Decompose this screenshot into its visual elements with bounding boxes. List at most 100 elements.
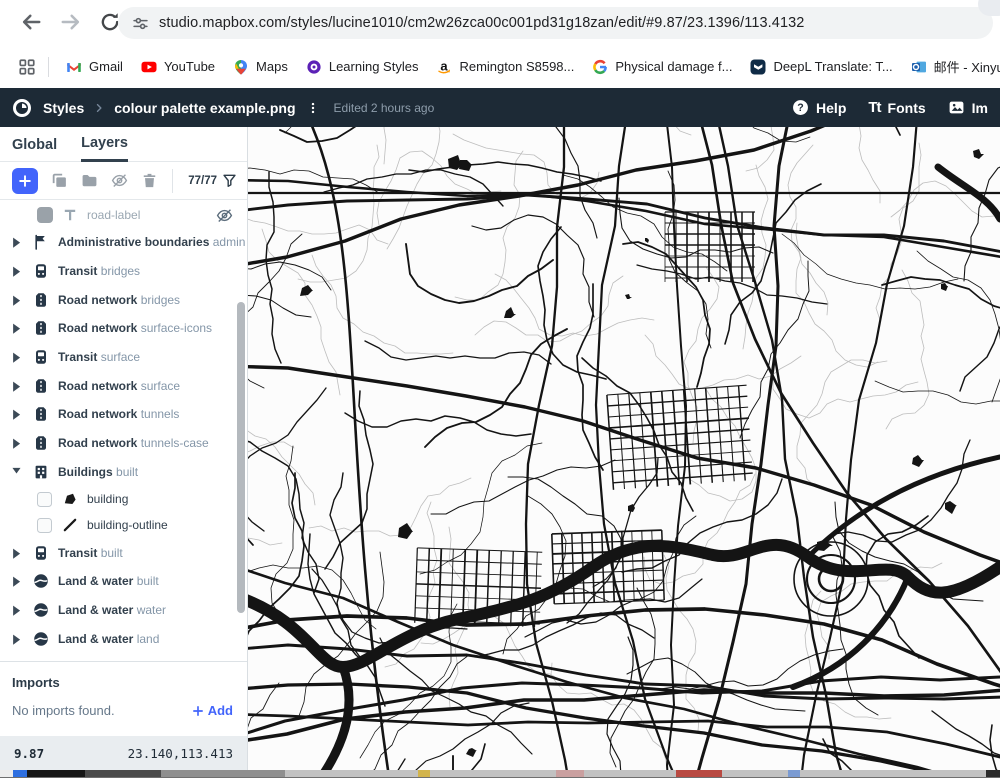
delete-layer-icon[interactable] (141, 172, 158, 189)
layer-group-variant: surface-icons (141, 321, 212, 335)
filter-funnel-icon[interactable] (222, 173, 237, 188)
layer-group-name: Transit (58, 546, 97, 560)
caret-right-icon[interactable] (12, 409, 21, 419)
imports-empty-text: No imports found. (12, 703, 115, 718)
duplicate-layer-icon[interactable] (51, 172, 68, 189)
road-group-icon (33, 292, 49, 308)
layer-row-road-network-tunnels-case[interactable]: Road network tunnels-case (0, 429, 247, 458)
layer-group-name: Road network (58, 379, 137, 393)
tab-layers[interactable]: Layers (81, 135, 128, 162)
studio-header: Styles colour palette example.png Edited… (0, 88, 1000, 127)
bookmark-youtube[interactable]: YouTube (141, 59, 215, 75)
style-name[interactable]: colour palette example.png (114, 100, 295, 116)
address-bar[interactable]: studio.mapbox.com/styles/lucine1010/cm2w… (118, 7, 993, 39)
layer-row-transit-surface[interactable]: Transit surface (0, 343, 247, 372)
google-favicon-icon (592, 59, 608, 75)
deepl-favicon-icon (750, 59, 766, 75)
layer-row-road-network-surface[interactable]: Road network surface (0, 371, 247, 400)
tab-global[interactable]: Global (12, 137, 57, 161)
caret-right-icon[interactable] (12, 266, 21, 276)
style-menu-icon[interactable] (306, 100, 320, 116)
layer-row-administrative-boundaries-admin[interactable]: Administrative boundaries admin (0, 228, 247, 257)
zoom-level: 9.87 (14, 746, 44, 761)
caret-right-icon[interactable] (12, 634, 21, 644)
bookmark-xinyu[interactable]: 邮件 - Xinyu (911, 57, 1000, 76)
bookmark-physical-damage-f[interactable]: Physical damage f... (592, 59, 732, 75)
layer-row-land-water-built[interactable]: Land & water built (0, 567, 247, 596)
layer-row-road-label[interactable]: road-label (0, 202, 247, 228)
mapbox-logo-icon[interactable] (12, 98, 32, 118)
layer-checkbox[interactable] (37, 492, 52, 507)
transit-group-icon (33, 349, 49, 365)
caret-right-icon[interactable] (12, 381, 21, 391)
browser-forward-icon[interactable] (60, 11, 82, 33)
caret-right-icon[interactable] (12, 576, 21, 586)
caret-right-icon[interactable] (12, 605, 21, 615)
breadcrumb-styles[interactable]: Styles (43, 100, 84, 116)
bookmark-label: Physical damage f... (615, 59, 732, 74)
layer-row-road-network-bridges[interactable]: Road network bridges (0, 285, 247, 314)
layer-group-variant: land (137, 632, 160, 646)
caret-right-icon[interactable] (12, 548, 21, 558)
caret-right-icon[interactable] (12, 323, 21, 333)
layer-row-building-outline[interactable]: building-outline (0, 512, 247, 538)
layer-group-name: Road network (58, 321, 137, 335)
layer-checkbox[interactable] (37, 518, 52, 533)
site-settings-icon[interactable] (132, 15, 149, 32)
help-label: Help (816, 100, 846, 116)
url-text[interactable]: studio.mapbox.com/styles/lucine1010/cm2w… (159, 15, 804, 31)
layer-label: building (87, 492, 128, 506)
layer-filter-count[interactable]: 77/77 (188, 175, 217, 187)
browser-back-icon[interactable] (20, 11, 42, 33)
toggle-visibility-icon[interactable] (111, 172, 128, 189)
layer-group-variant: tunnels (141, 407, 180, 421)
add-import-button[interactable]: Add (192, 703, 233, 718)
fonts-label: Fonts (888, 100, 926, 116)
landwater-group-icon (33, 602, 49, 618)
layer-group-name: Road network (58, 293, 137, 307)
edited-timestamp: Edited 2 hours ago (334, 101, 435, 115)
line-layer-icon (62, 517, 78, 533)
gmail-favicon-icon (66, 59, 82, 75)
caret-right-icon[interactable] (12, 438, 21, 448)
bookmark-label: 邮件 - Xinyu (934, 57, 1000, 76)
map-canvas[interactable] (248, 127, 1000, 770)
buildings-group-icon (33, 464, 49, 480)
browser-toolbar: studio.mapbox.com/styles/lucine1010/cm2w… (0, 0, 1000, 45)
help-button[interactable]: ? Help (792, 99, 846, 116)
sidebar-scrollbar-thumb[interactable] (237, 302, 245, 613)
caret-right-icon[interactable] (12, 295, 21, 305)
layer-row-land-water-water[interactable]: Land & water water (0, 596, 247, 625)
bookmark-label: YouTube (164, 59, 215, 74)
layer-row-transit-bridges[interactable]: Transit bridges (0, 257, 247, 286)
group-layers-icon[interactable] (81, 172, 98, 189)
visibility-off-icon[interactable] (216, 207, 233, 224)
layer-row-buildings-built[interactable]: Buildings built (0, 458, 247, 487)
images-button[interactable]: Im (948, 99, 988, 116)
fonts-button[interactable]: Tt Fonts (868, 99, 925, 116)
layer-row-road-network-surface-icons[interactable]: Road network surface-icons (0, 314, 247, 343)
caret-right-icon[interactable] (12, 237, 21, 247)
bookmarks-list: Gmail YouTube Maps Learning Styles aRemingto… (57, 57, 1000, 76)
caret-down-icon[interactable] (12, 467, 21, 477)
bookmark-deepl-translate-t[interactable]: DeepL Translate: T... (750, 59, 892, 75)
add-layer-button[interactable] (12, 168, 38, 194)
layer-group-name: Transit (58, 350, 97, 364)
layer-row-transit-built[interactable]: Transit built (0, 538, 247, 567)
add-import-label: Add (208, 703, 233, 718)
caret-right-icon[interactable] (12, 352, 21, 362)
bookmark-learning-styles[interactable]: Learning Styles (306, 59, 419, 75)
layer-row-building[interactable]: building (0, 486, 247, 512)
layer-group-variant: water (137, 603, 166, 617)
bookmark-remington-s8598[interactable]: aRemington S8598... (436, 59, 574, 75)
bookmark-gmail[interactable]: Gmail (66, 59, 123, 75)
youtube-favicon-icon (141, 59, 157, 75)
flag-group-icon (33, 234, 49, 250)
apps-grid-icon[interactable] (18, 58, 36, 76)
layer-row-road-network-tunnels[interactable]: Road network tunnels (0, 400, 247, 429)
layer-row-land-water-land[interactable]: Land & water land (0, 624, 247, 653)
layer-group-variant: bridges (141, 293, 180, 307)
layer-group-variant: tunnels-case (141, 436, 209, 450)
bookmark-maps[interactable]: Maps (233, 59, 288, 75)
transit-group-icon (33, 263, 49, 279)
